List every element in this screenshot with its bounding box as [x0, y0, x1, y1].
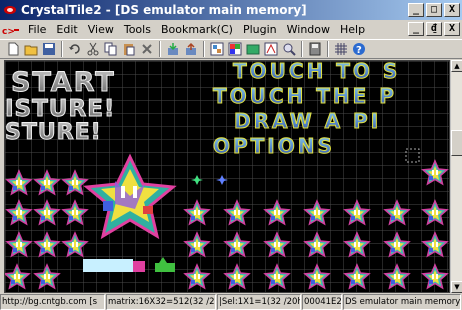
svg-text:c>: c>: [2, 27, 15, 36]
menu-plugin[interactable]: Plugin: [238, 23, 282, 36]
minimize-button[interactable]: _: [408, 3, 424, 17]
font-icon[interactable]: [262, 40, 280, 58]
delete-icon[interactable]: [138, 40, 156, 58]
open-icon[interactable]: [22, 40, 40, 58]
maximize-button[interactable]: □: [426, 3, 442, 17]
import-icon[interactable]: [164, 40, 182, 58]
app-window: CrystalTile2 - [DS emulator main memory]…: [0, 0, 462, 310]
canvas-text-touch-the: TOUCH THE P: [213, 84, 397, 108]
menu-file[interactable]: File: [23, 23, 51, 36]
svg-text:?: ?: [356, 45, 362, 56]
close-button[interactable]: X: [444, 3, 460, 17]
canvas-text-options: OPTIONS: [213, 134, 335, 158]
new-icon[interactable]: [4, 40, 22, 58]
canvas-text-isture: ISTURE!: [5, 96, 115, 122]
canvas-text-start: START: [11, 67, 116, 98]
document-icon[interactable]: c>: [2, 24, 20, 36]
scroll-down-icon[interactable]: ▼: [451, 281, 462, 293]
vertical-scrollbar[interactable]: ▲ ▼: [450, 60, 462, 293]
menu-edit[interactable]: Edit: [51, 23, 82, 36]
scroll-thumb[interactable]: [451, 130, 462, 156]
search-icon[interactable]: [280, 40, 298, 58]
status-bar: http://bg.cntgb.com [s matrix:16X32=512(…: [0, 294, 462, 310]
menu-window[interactable]: Window: [282, 23, 335, 36]
canvas-text-sture: STURE!: [5, 120, 102, 145]
canvas-text-touch-to: TOUCH TO S: [233, 61, 400, 83]
help-icon[interactable]: ?: [350, 40, 368, 58]
grid-icon[interactable]: [332, 40, 350, 58]
paste-icon[interactable]: [120, 40, 138, 58]
menu-tools[interactable]: Tools: [119, 23, 156, 36]
copy-icon[interactable]: [102, 40, 120, 58]
undo-icon[interactable]: [66, 40, 84, 58]
title-bar[interactable]: CrystalTile2 - [DS emulator main memory]…: [0, 0, 462, 20]
app-icon: [4, 6, 16, 14]
canvas-text-draw: DRAW A PI: [234, 109, 381, 133]
toolbar: ?: [0, 39, 462, 59]
palette-icon[interactable]: [226, 40, 244, 58]
export-icon[interactable]: [182, 40, 200, 58]
save-icon[interactable]: [40, 40, 58, 58]
status-selection: |Sel:1X1=1(32 /20h): [217, 294, 301, 310]
menu-help[interactable]: Help: [335, 23, 370, 36]
status-url: http://bg.cntgb.com [s: [0, 294, 105, 310]
tile-viewer-icon[interactable]: [208, 40, 226, 58]
floppy-icon[interactable]: [306, 40, 324, 58]
window-title: CrystalTile2 - [DS emulator main memory]: [21, 3, 307, 17]
map-icon[interactable]: [244, 40, 262, 58]
menu-view[interactable]: View: [83, 23, 119, 36]
mdi-restore-button[interactable]: ₫: [426, 22, 442, 36]
star-sprites-left: [6, 170, 88, 257]
scroll-up-icon[interactable]: ▲: [451, 60, 462, 72]
menu-bookmark[interactable]: Bookmark(C): [156, 23, 238, 36]
tile-canvas[interactable]: START ISTURE! STURE! TOUCH TO S TOUCH TH…: [4, 60, 450, 293]
status-memory-name: DS emulator main memory: [343, 294, 461, 310]
cut-icon[interactable]: [84, 40, 102, 58]
menu-bar: c> File Edit View Tools Bookmark(C) Plug…: [0, 20, 462, 39]
status-matrix: matrix:16X32=512(32 /20h): [106, 294, 216, 310]
mdi-minimize-button[interactable]: _: [408, 22, 424, 36]
mdi-close-button[interactable]: X: [444, 22, 460, 36]
status-offset: 00041E20: [302, 294, 342, 310]
